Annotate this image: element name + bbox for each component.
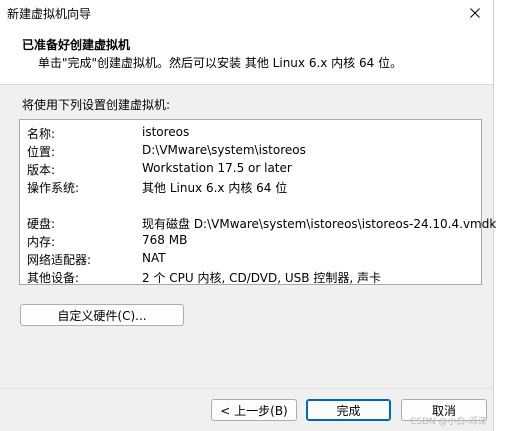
section-label: 将使用下列设置创建虚拟机: [22,98,171,112]
summary-label: 其他设备: [27,271,80,285]
window-title: 新建虚拟机向导 [7,7,92,21]
close-icon [470,8,480,18]
customize-hardware-button[interactable]: 自定义硬件(C)... [20,304,184,326]
close-button[interactable] [460,1,490,25]
summary-label: 操作系统: [27,181,80,195]
summary-value: 其他 Linux 6.x 内核 64 位 [142,181,288,195]
back-button[interactable]: < 上一步(B) [211,399,297,421]
summary-value: Workstation 17.5 or later [142,161,292,175]
summary-label: 网络适配器: [27,253,92,267]
header-title: 已准备好创建虚拟机 [22,38,131,52]
header-subtitle: 单击"完成"创建虚拟机。然后可以安装 其他 Linux 6.x 内核 64 位。 [38,56,403,70]
summary-label: 版本: [27,163,56,177]
summary-label: 内存: [27,235,56,249]
finish-button[interactable]: 完成 [306,399,391,421]
settings-summary: 名称: istoreos 位置: D:\VMware\system\istore… [19,119,496,285]
summary-value: NAT [142,251,166,265]
summary-value: istoreos [142,125,190,139]
footer-divider [0,388,493,389]
summary-label: 位置: [27,145,56,159]
summary-value: 768 MB [142,233,188,247]
summary-value: D:\VMware\system\istoreos [142,143,306,157]
summary-label: 硬盘: [27,217,56,231]
summary-label: 名称: [27,127,56,141]
wizard-header: 已准备好创建虚拟机 单击"完成"创建虚拟机。然后可以安装 其他 Linux 6.… [0,26,493,85]
watermark: CSDN @小白-邓涞 [410,417,487,427]
title-bar: 新建虚拟机向导 [0,0,493,26]
summary-value: 2 个 CPU 内核, CD/DVD, USB 控制器, 声卡 [142,271,381,285]
summary-value: 现有磁盘 D:\VMware\system\istoreos\istoreos-… [142,217,497,231]
